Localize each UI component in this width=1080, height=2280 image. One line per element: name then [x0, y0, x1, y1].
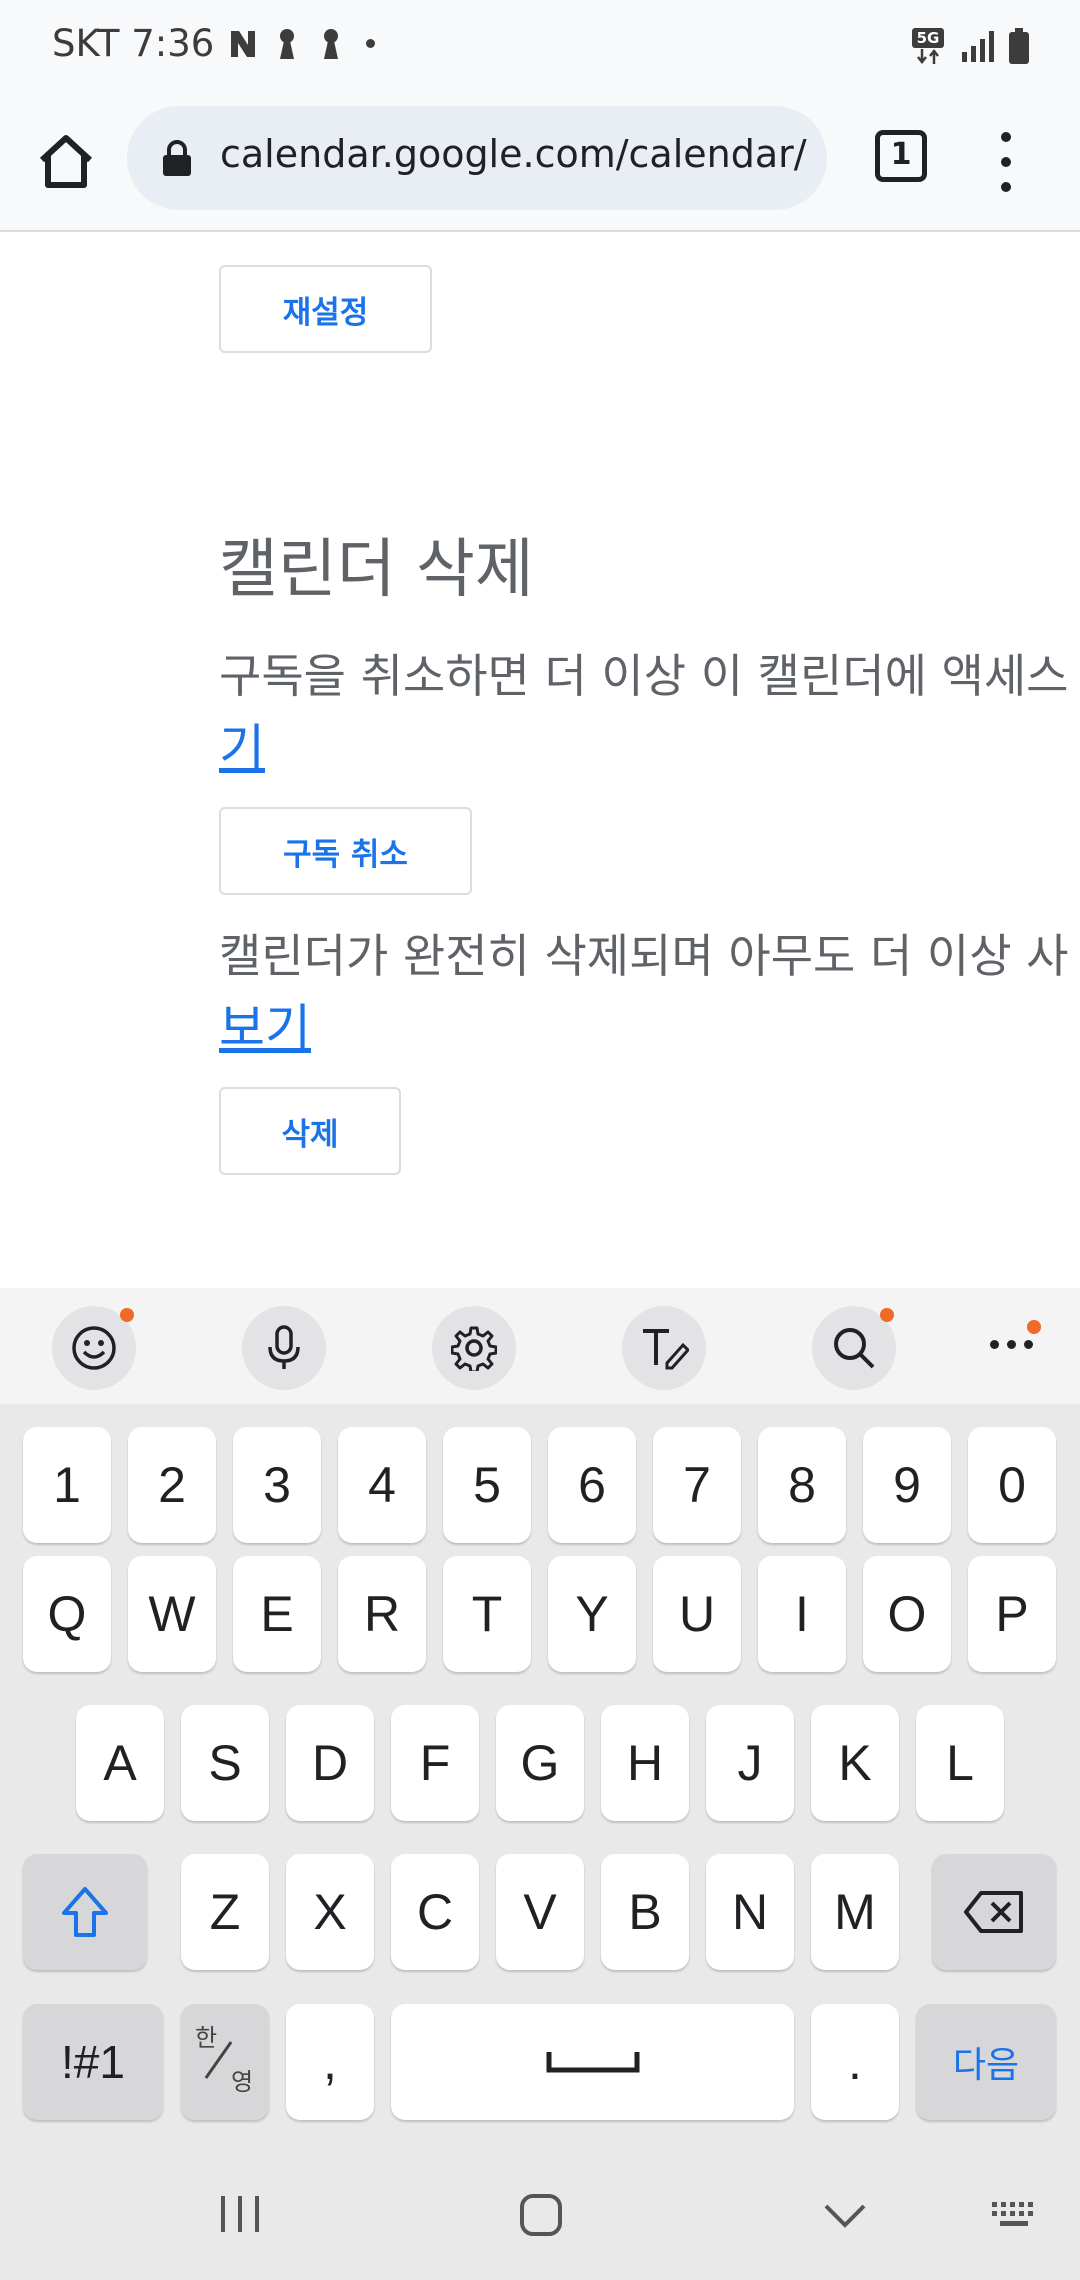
backspace-icon — [964, 1891, 1023, 1933]
keyboard-toolbar — [0, 1288, 1080, 1404]
on-screen-keyboard: 1 2 3 4 5 6 7 8 9 0 Q W E R T Y U I O P … — [0, 1288, 1080, 2280]
more-notifications-dot — [366, 39, 376, 48]
key-6[interactable]: 6 — [548, 1427, 636, 1543]
search-notification-dot — [880, 1308, 894, 1322]
key-g[interactable]: G — [496, 1705, 584, 1821]
shift-key[interactable] — [23, 1854, 147, 1970]
key-y[interactable]: Y — [548, 1556, 636, 1672]
lock-icon — [163, 140, 191, 176]
browser-toolbar: calendar.google.com/calendar/ 1 — [0, 100, 1080, 232]
backspace-key[interactable] — [932, 1854, 1056, 1970]
url-text: calendar.google.com/calendar/ — [220, 132, 807, 176]
key-s[interactable]: S — [181, 1705, 269, 1821]
naver-icon — [231, 30, 256, 57]
unsubscribe-learn-more-link[interactable]: 기 — [219, 708, 265, 780]
network-type-label: 5G — [912, 28, 944, 48]
carrier-time: SKT 7:36 — [52, 22, 215, 65]
microphone-icon[interactable] — [242, 1306, 326, 1390]
key-5[interactable]: 5 — [443, 1427, 531, 1543]
home-navigation-icon[interactable] — [518, 2192, 564, 2238]
key-c[interactable]: C — [391, 1854, 479, 1970]
key-v[interactable]: V — [496, 1854, 584, 1970]
keyhole-icon — [324, 28, 339, 59]
tab-switcher-button[interactable]: 1 — [875, 130, 927, 182]
key-z[interactable]: Z — [181, 1854, 269, 1970]
more-icon[interactable] — [990, 1338, 1036, 1352]
more-notification-dot — [1027, 1320, 1041, 1334]
key-7[interactable]: 7 — [653, 1427, 741, 1543]
space-key[interactable] — [391, 2004, 794, 2120]
gear-icon[interactable] — [432, 1306, 516, 1390]
hide-keyboard-icon[interactable] — [822, 2202, 868, 2230]
battery-icon — [1009, 28, 1029, 64]
handwriting-icon[interactable] — [622, 1306, 706, 1390]
reset-button[interactable]: 재설정 — [219, 265, 432, 353]
key-p[interactable]: P — [968, 1556, 1056, 1672]
keyboard-switch-icon[interactable] — [990, 2200, 1040, 2230]
network-badge: 5G — [912, 28, 946, 64]
space-icon — [546, 2052, 639, 2073]
shift-icon — [62, 1887, 108, 1937]
data-arrows-icon — [917, 49, 939, 64]
status-bar: SKT 7:36 5G — [0, 0, 1080, 100]
key-4[interactable]: 4 — [338, 1427, 426, 1543]
key-3[interactable]: 3 — [233, 1427, 321, 1543]
next-key[interactable]: 다음 — [916, 2004, 1056, 2120]
status-right: 5G — [912, 28, 1030, 64]
key-d[interactable]: D — [286, 1705, 374, 1821]
key-b[interactable]: B — [601, 1854, 689, 1970]
key-r[interactable]: R — [338, 1556, 426, 1672]
lang-key-bottom-label: 영 — [231, 2069, 254, 2096]
key-l[interactable]: L — [916, 1705, 1004, 1821]
key-o[interactable]: O — [863, 1556, 951, 1672]
delete-calendar-heading: 캘린더 삭제 — [219, 533, 534, 607]
key-h[interactable]: H — [601, 1705, 689, 1821]
recent-apps-icon[interactable] — [217, 2194, 263, 2234]
key-1[interactable]: 1 — [23, 1427, 111, 1543]
key-e[interactable]: E — [233, 1556, 321, 1672]
comma-key[interactable]: , — [286, 2004, 374, 2120]
key-q[interactable]: Q — [23, 1556, 111, 1672]
overflow-menu-icon[interactable] — [988, 132, 1024, 192]
unsubscribe-description: 구독을 취소하면 더 이상 이 캘린더에 액세스 — [219, 649, 1069, 703]
key-n[interactable]: N — [706, 1854, 794, 1970]
key-9[interactable]: 9 — [863, 1427, 951, 1543]
key-j[interactable]: J — [706, 1705, 794, 1821]
key-m[interactable]: M — [811, 1854, 899, 1970]
home-icon[interactable] — [34, 130, 98, 194]
key-u[interactable]: U — [653, 1556, 741, 1672]
delete-description: 캘린더가 완전히 삭제되며 아무도 더 이상 사 — [219, 929, 1069, 983]
unsubscribe-button[interactable]: 구독 취소 — [219, 807, 472, 895]
lang-key-top-label: 한 — [195, 2025, 218, 2052]
delete-button[interactable]: 삭제 — [219, 1087, 401, 1175]
keyhole-icon — [280, 28, 295, 59]
key-k[interactable]: K — [811, 1705, 899, 1821]
address-bar[interactable]: calendar.google.com/calendar/ — [127, 106, 827, 210]
key-t[interactable]: T — [443, 1556, 531, 1672]
key-i[interactable]: I — [758, 1556, 846, 1672]
key-2[interactable]: 2 — [128, 1427, 216, 1543]
key-w[interactable]: W — [128, 1556, 216, 1672]
key-a[interactable]: A — [76, 1705, 164, 1821]
key-0[interactable]: 0 — [968, 1427, 1056, 1543]
status-left: SKT 7:36 — [52, 22, 376, 65]
page-content: 재설정 캘린더 삭제 구독을 취소하면 더 이상 이 캘린더에 액세스 기 구독… — [0, 234, 1080, 1288]
signal-icon — [962, 31, 994, 62]
language-switch-key[interactable]: 한 영 — [181, 2004, 269, 2120]
key-8[interactable]: 8 — [758, 1427, 846, 1543]
symbols-key[interactable]: !#1 — [23, 2004, 163, 2120]
key-f[interactable]: F — [391, 1705, 479, 1821]
emoji-notification-dot — [120, 1308, 134, 1322]
system-navigation-bar — [0, 2144, 1080, 2280]
period-key[interactable]: . — [811, 2004, 899, 2120]
delete-learn-more-link[interactable]: 보기 — [219, 988, 311, 1060]
key-x[interactable]: X — [286, 1854, 374, 1970]
